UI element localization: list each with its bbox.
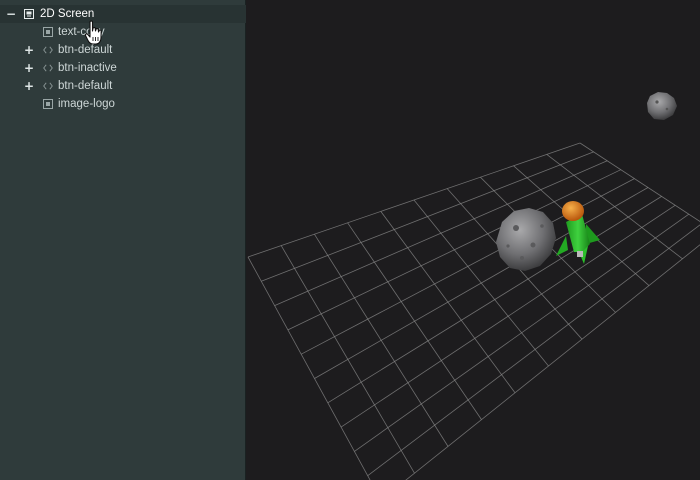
asteroid-large[interactable] (496, 208, 556, 271)
app-window: − 2D Screen text-copy + btn-default + bt… (0, 0, 700, 480)
hierarchy-item-label: image-logo (58, 98, 115, 110)
expand-toggle[interactable]: + (24, 62, 34, 74)
code-brackets-icon (43, 45, 53, 55)
collapse-toggle[interactable]: − (6, 8, 16, 20)
scene-viewport[interactable] (246, 0, 700, 480)
hierarchy-item-text-copy[interactable]: text-copy (0, 23, 245, 41)
hand-cursor-icon (84, 20, 102, 45)
grid-line (314, 187, 649, 379)
image-element-icon (43, 99, 53, 109)
scene-hierarchy-panel: − 2D Screen text-copy + btn-default + bt… (0, 0, 246, 480)
hierarchy-item-label: 2D Screen (40, 8, 95, 20)
rocket[interactable] (556, 201, 600, 264)
hierarchy-item-btn-default-2[interactable]: + btn-default (0, 77, 245, 95)
screen-icon (24, 9, 34, 19)
hierarchy-item-btn-inactive[interactable]: + btn-inactive (0, 59, 245, 77)
hierarchy-item-label: btn-default (58, 80, 113, 92)
hierarchy-item-2d-screen[interactable]: − 2D Screen (0, 5, 246, 23)
code-brackets-icon (43, 63, 53, 73)
hierarchy-item-image-logo[interactable]: image-logo (0, 95, 245, 113)
scene-canvas (247, 92, 700, 480)
expand-toggle[interactable]: + (24, 80, 34, 92)
grid-line (327, 196, 662, 404)
expand-toggle[interactable]: + (24, 44, 34, 56)
asteroid-small[interactable] (647, 92, 677, 120)
hierarchy-item-btn-default[interactable]: + btn-default (0, 41, 245, 59)
hierarchy-item-label: btn-inactive (58, 62, 117, 74)
code-brackets-icon (43, 81, 53, 91)
grid-floor (247, 142, 700, 480)
text-element-icon (43, 27, 53, 37)
